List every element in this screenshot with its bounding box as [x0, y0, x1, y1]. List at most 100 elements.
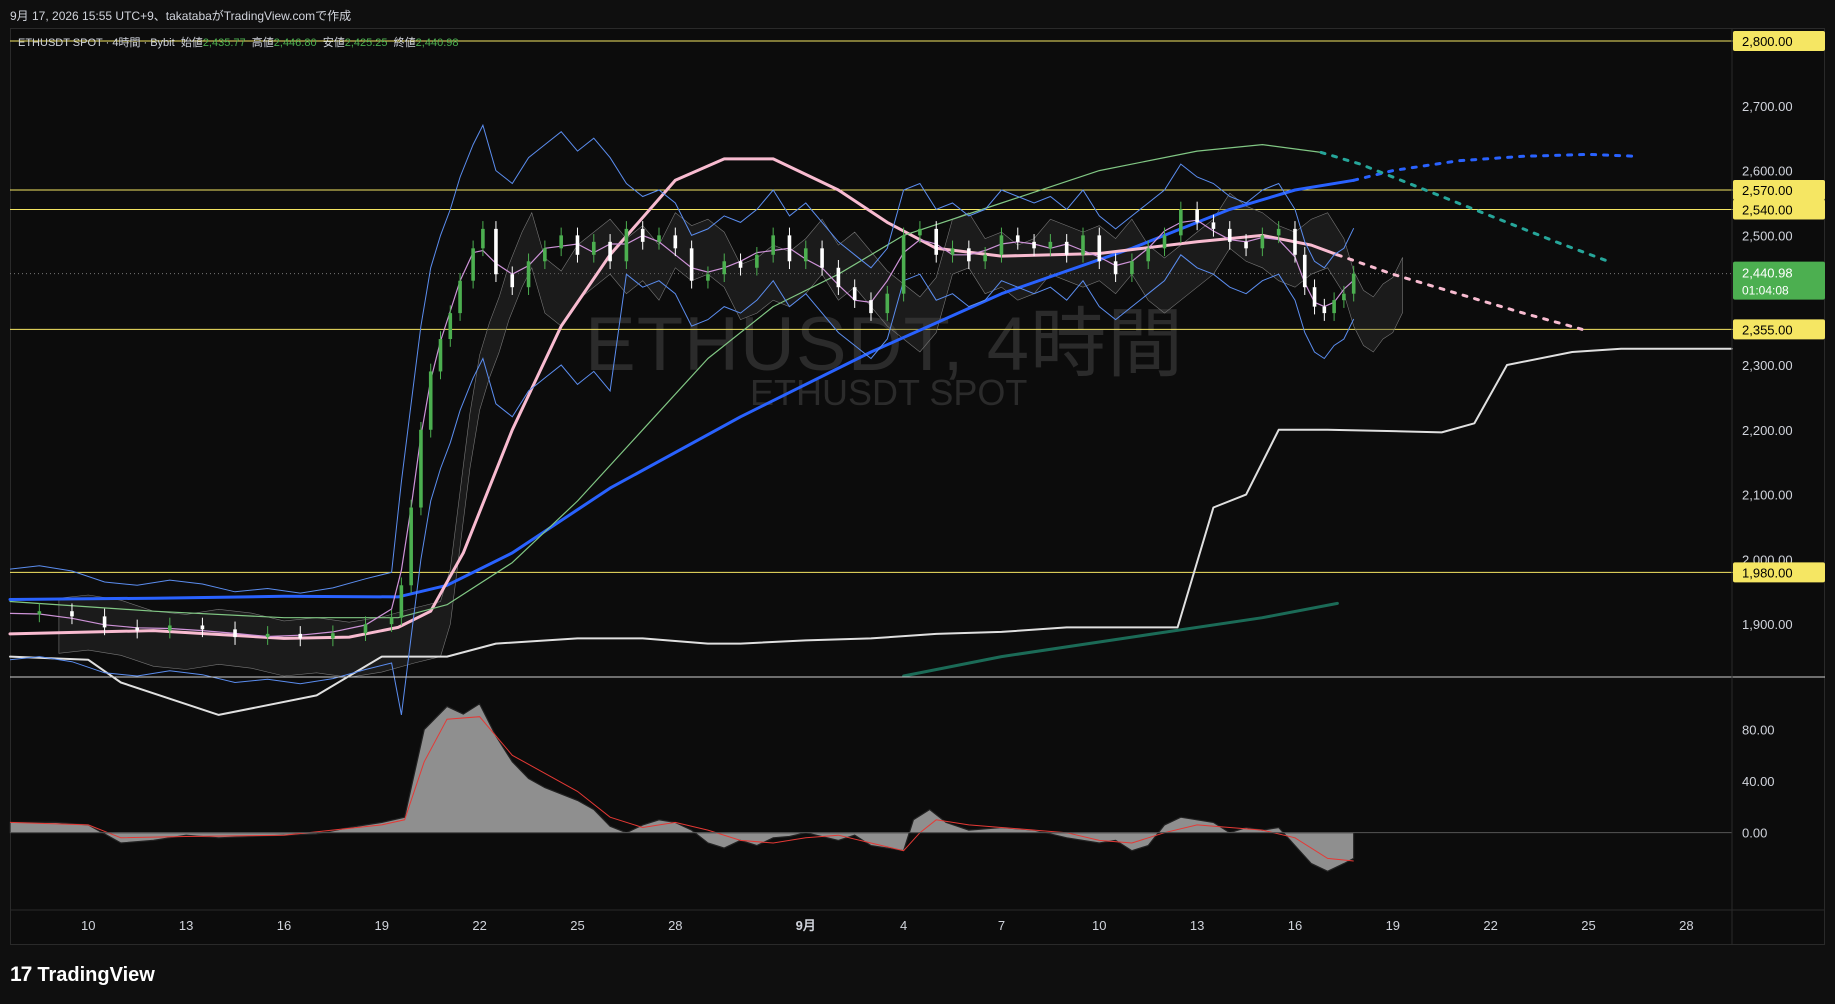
candle-body: [399, 585, 404, 618]
price-tick-label: 2,200.00: [1742, 423, 1793, 438]
candle-body: [575, 235, 580, 255]
candle: [1312, 279, 1317, 315]
candle-body: [1211, 222, 1216, 229]
candle: [934, 221, 939, 263]
candle-body: [1113, 261, 1118, 275]
level-label-3: 2,355.00: [1733, 319, 1825, 340]
candle: [901, 227, 906, 302]
candle-body: [419, 429, 423, 508]
candle-body: [1312, 287, 1317, 307]
candle-body: [494, 228, 498, 275]
legend-close: 2,440.98: [415, 37, 459, 49]
candle-body: [200, 625, 205, 630]
osc-tick-label: 40.00: [1742, 774, 1775, 789]
candle-body: [1260, 235, 1265, 249]
time-axis: 10 13 16 19 22 25 28 9月 4 7 10 13 16 19 22 25 28: [81, 918, 1694, 933]
candle-body: [706, 274, 710, 281]
line-teal-line: [902, 601, 1339, 678]
candle-body: [722, 261, 727, 275]
candle-body: [738, 261, 743, 268]
symbol-legend: ETHUSDT SPOT · 4時間 · Bybit 始値2,435.77 高値…: [18, 34, 459, 50]
candle: [1179, 201, 1183, 244]
legend-open: 2,435.77: [202, 37, 246, 49]
time-tick-label: 25: [1581, 918, 1595, 933]
legend-symbol: ETHUSDT SPOT · 4時間 · Bybit: [18, 37, 175, 49]
candle-body: [608, 241, 612, 262]
candle-body: [1015, 235, 1020, 242]
candle-body: [1302, 254, 1307, 288]
candle-body: [1322, 306, 1327, 314]
candle-body: [233, 629, 237, 638]
time-tick-label: 28: [668, 918, 682, 933]
price-tick-label: 1,900.00: [1742, 617, 1793, 632]
footer: 17 TradingView: [10, 958, 155, 992]
candle-body: [1146, 248, 1151, 262]
candle-body: [591, 241, 596, 255]
candle-body: [640, 228, 645, 242]
osc-tick-label: 80.00: [1742, 723, 1775, 738]
legend-low-label: 安値: [322, 37, 345, 49]
osc-tick-label: 0.00: [1742, 826, 1767, 841]
candle-body: [673, 235, 678, 249]
candle-body: [1130, 261, 1134, 275]
level-label-text: 2,570.00: [1742, 183, 1793, 198]
candle-body: [1032, 241, 1036, 249]
candle-body: [918, 228, 922, 236]
candle-body: [1351, 273, 1356, 294]
candle-body: [37, 611, 42, 615]
legend-high: 2,446.80: [273, 37, 317, 49]
candle: [409, 499, 413, 594]
time-tick-label: 16: [1288, 918, 1302, 933]
legend-open-label: 始値: [180, 37, 203, 49]
candle: [448, 305, 453, 347]
candle-body: [1179, 209, 1183, 236]
candle-body: [967, 248, 971, 262]
candle-body: [1097, 235, 1102, 262]
candle-body: [298, 633, 303, 639]
price-tick-label: 2,300.00: [1742, 358, 1793, 373]
level-label-text: 2,800.00: [1742, 34, 1793, 49]
candle-body: [481, 228, 485, 249]
candle-body: [836, 267, 841, 288]
candle-body: [657, 235, 661, 242]
candle-body: [102, 616, 107, 628]
candle: [419, 421, 423, 516]
candle-body: [755, 254, 759, 268]
candle-body: [1332, 300, 1336, 314]
time-tick-label: 16: [277, 918, 291, 933]
time-tick-label: 10: [81, 918, 95, 933]
time-tick-label: 19: [375, 918, 389, 933]
line-ma-blue-proj: [1352, 152, 1639, 182]
candle-body: [1064, 241, 1069, 255]
candle: [458, 272, 462, 321]
candle-body: [1048, 241, 1053, 249]
candle-body: [559, 235, 563, 249]
price-tick-label: 2,700.00: [1742, 99, 1793, 114]
candle-body: [869, 300, 873, 314]
price-tick-label: 2,600.00: [1742, 164, 1793, 179]
candle-body: [1195, 209, 1199, 223]
line-ma-green: [9, 144, 1322, 619]
current-price-text: 2,440.98: [1742, 266, 1793, 281]
level-label-1: 2,570.00: [1733, 180, 1825, 200]
candle-body: [389, 617, 394, 625]
candle-body: [1293, 228, 1297, 255]
oscillator-area: [9, 702, 1355, 872]
candle-body: [168, 625, 172, 631]
time-tick-label: 13: [179, 918, 193, 933]
candle-body: [1276, 228, 1281, 236]
legend-high-label: 高値: [251, 37, 274, 49]
candle-body: [689, 248, 694, 281]
footer-brand: TradingView: [37, 963, 155, 986]
candle-body: [448, 313, 453, 340]
candle-body: [787, 235, 792, 262]
candle-body: [1227, 228, 1232, 242]
candle-body: [901, 235, 906, 294]
candle-body: [771, 235, 775, 255]
candle-body: [1162, 235, 1167, 249]
time-tick-label: 22: [472, 918, 486, 933]
candle-body: [510, 274, 515, 288]
candle: [1322, 298, 1327, 321]
price-chart[interactable]: 1,900.002,000.002,100.002,200.002,300.00…: [0, 0, 1835, 1004]
current-price-label: 2,440.98 01:04:08: [1733, 261, 1825, 300]
